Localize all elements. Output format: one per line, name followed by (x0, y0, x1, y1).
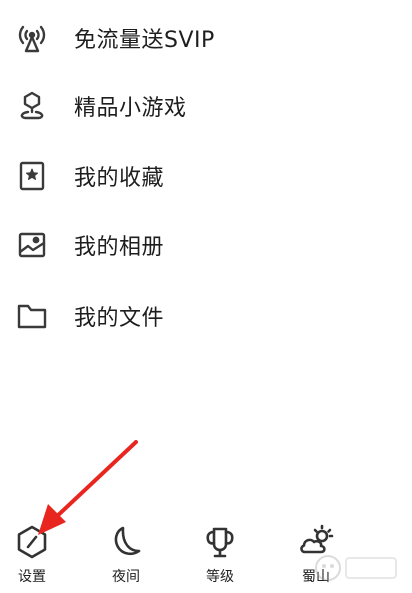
level-button[interactable]: 等级 (190, 512, 250, 593)
menu-item-album[interactable]: 我的相册 (0, 219, 412, 271)
bottom-item-label: 等级 (206, 569, 234, 585)
night-mode-button[interactable]: 夜间 (96, 512, 156, 593)
moon-icon (106, 522, 146, 562)
game-location-icon (14, 88, 50, 124)
settings-hexagon-icon (12, 522, 52, 562)
menu-item-files[interactable]: 我的文件 (0, 290, 412, 342)
menu-item-label: 我的收藏 (74, 166, 165, 191)
antenna-icon (14, 20, 50, 56)
folder-icon (14, 298, 50, 334)
menu-item-label: 我的相册 (74, 235, 165, 260)
menu-item-label: 精品小游戏 (74, 96, 187, 121)
menu-item-favorites[interactable]: 我的收藏 (0, 150, 412, 202)
menu-item-label: 我的文件 (74, 306, 165, 331)
bookmark-star-icon (14, 158, 50, 194)
photo-album-icon (14, 227, 50, 263)
bottom-item-label: 设置 (18, 569, 46, 585)
bottom-item-label: 夜间 (112, 569, 140, 585)
watermark-logo-icon (315, 555, 397, 581)
menu-item-label: 免流量送SVIP (74, 28, 215, 53)
level-badge-icon (200, 522, 240, 562)
settings-button[interactable]: 设置 (2, 512, 62, 593)
menu-item-mini-games[interactable]: 精品小游戏 (0, 80, 412, 132)
menu-item-free-data-svip[interactable]: 免流量送SVIP (0, 12, 412, 64)
